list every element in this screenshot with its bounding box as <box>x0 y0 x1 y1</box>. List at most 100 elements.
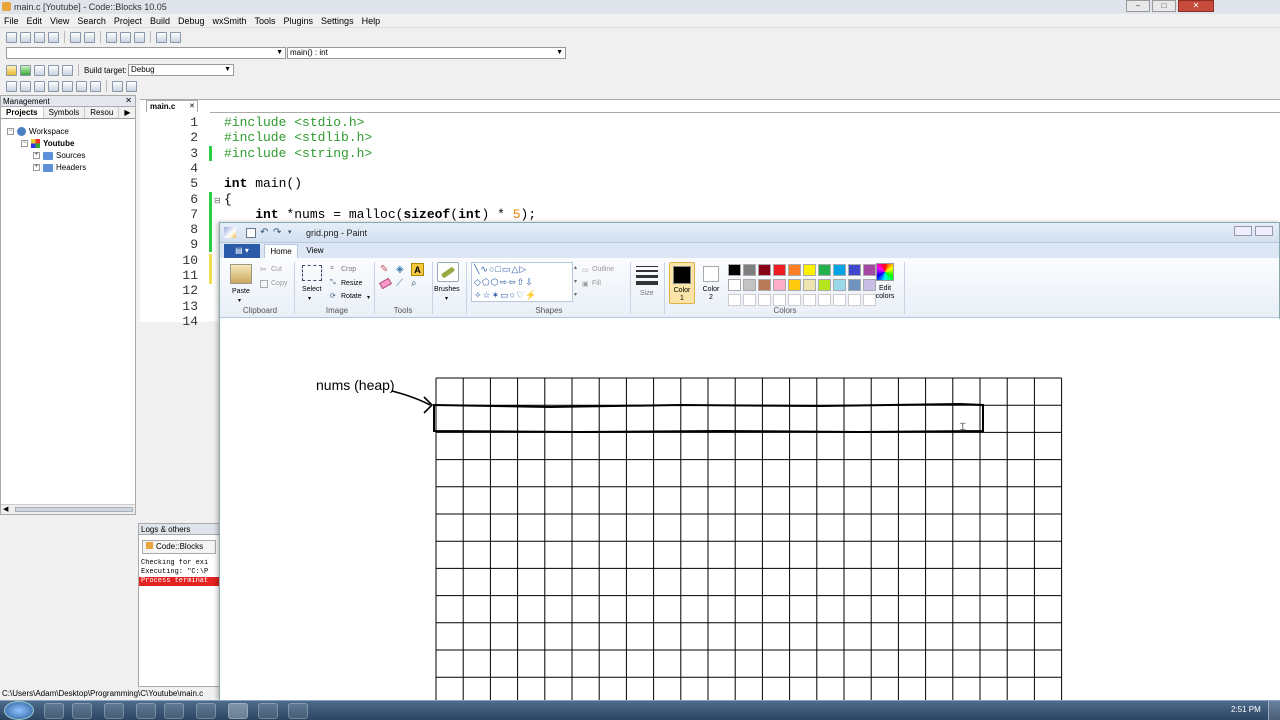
tab-projects[interactable]: Projects <box>1 107 44 118</box>
palette-swatch[interactable] <box>833 264 846 276</box>
scope-combo[interactable]: ▼ <box>6 47 286 59</box>
collapse-icon[interactable]: − <box>7 128 14 135</box>
build-target-combo[interactable]: Debug ▼ <box>128 64 234 76</box>
palette-swatch-empty[interactable] <box>758 294 771 306</box>
abort-icon[interactable] <box>62 64 73 76</box>
logs-tab-codeblocks[interactable]: Code::Blocks <box>142 540 216 554</box>
rebuild-icon[interactable] <box>48 64 59 76</box>
outline-label[interactable]: Outline <box>592 266 614 273</box>
palette-swatch[interactable] <box>773 279 786 291</box>
tab-view[interactable]: View <box>298 244 332 258</box>
palette-swatch[interactable] <box>818 279 831 291</box>
tree-item-workspace[interactable]: − Workspace <box>7 127 69 136</box>
palette-swatch[interactable] <box>758 279 771 291</box>
brushes-label[interactable]: Brushes <box>434 286 460 293</box>
palette-swatch[interactable] <box>788 279 801 291</box>
pencil-icon[interactable]: ✎ <box>380 264 388 275</box>
palette-swatch[interactable] <box>758 264 771 276</box>
next-instruction-icon[interactable] <box>76 80 87 92</box>
color-picker-icon[interactable]: ⟋ <box>396 278 403 289</box>
redo-icon[interactable] <box>84 31 95 43</box>
crop-label[interactable]: Crop <box>341 266 356 273</box>
tree-item-sources[interactable]: + Sources <box>33 151 85 160</box>
scroll-left-icon[interactable]: ◀ <box>3 505 8 513</box>
scrollbar-thumb[interactable] <box>15 507 133 512</box>
palette-swatch-empty[interactable] <box>788 294 801 306</box>
gallery-scroll-down-icon[interactable]: ▾ <box>574 278 577 285</box>
palette-swatch[interactable] <box>848 279 861 291</box>
color1-selector[interactable]: Color 1 <box>669 262 695 304</box>
palette-swatch-empty[interactable] <box>773 294 786 306</box>
horizontal-scrollbar[interactable]: ◀ <box>1 504 135 514</box>
palette-swatch-empty[interactable] <box>818 294 831 306</box>
chevron-down-icon[interactable]: ▾ <box>445 295 448 302</box>
palette-swatch-empty[interactable] <box>833 294 846 306</box>
save-icon[interactable] <box>246 228 256 238</box>
save-icon[interactable] <box>34 31 45 43</box>
expand-icon[interactable]: + <box>33 152 40 159</box>
menu-project[interactable]: Project <box>110 14 146 27</box>
menu-build[interactable]: Build <box>146 14 174 27</box>
copy-label[interactable]: Copy <box>271 280 287 287</box>
palette-swatch[interactable] <box>818 264 831 276</box>
taskbar-app-icon[interactable] <box>104 703 124 719</box>
cut-icon[interactable] <box>106 31 117 43</box>
paint-canvas[interactable]: nums (heap) Ɪ <box>220 319 1280 701</box>
debug-continue-icon[interactable] <box>6 80 17 92</box>
palette-swatch[interactable] <box>728 279 741 291</box>
taskbar-app-icon[interactable] <box>288 703 308 719</box>
text-tool-icon[interactable]: A <box>411 263 424 276</box>
tree-item-headers[interactable]: + Headers <box>33 163 86 172</box>
resize-label[interactable]: Resize <box>341 280 362 287</box>
tab-symbols[interactable]: Symbols <box>44 107 86 118</box>
shapes-gallery[interactable]: ╲∿○□▭△▷ ◇⬠⬡⇨⇦⇧⇩ ✧☆✶▭○♡⚡ <box>471 262 573 302</box>
size-icon[interactable] <box>636 266 658 285</box>
taskbar-app-icon[interactable] <box>136 703 156 719</box>
close-icon[interactable]: ✕ <box>125 96 132 105</box>
stop-debugger-icon[interactable] <box>90 80 101 92</box>
edit-colors-button[interactable]: Edit colors <box>872 263 898 305</box>
cut-label[interactable]: Cut <box>271 266 282 273</box>
chevron-down-icon[interactable]: ▾ <box>238 297 241 304</box>
palette-swatch[interactable] <box>848 264 861 276</box>
taskbar-skype-icon[interactable] <box>196 703 216 719</box>
menu-edit[interactable]: Edit <box>23 14 47 27</box>
tab-scroll-right-icon[interactable]: ▶ <box>119 107 135 118</box>
palette-swatch[interactable] <box>803 264 816 276</box>
redo-icon[interactable]: ↷ <box>273 227 281 238</box>
menu-plugins[interactable]: Plugins <box>280 14 318 27</box>
step-out-icon[interactable] <box>62 80 73 92</box>
menu-settings[interactable]: Settings <box>317 14 358 27</box>
menu-wxsmith[interactable]: wxSmith <box>208 14 250 27</box>
debug-windows-icon[interactable] <box>112 80 123 92</box>
maximize-button[interactable]: □ <box>1152 0 1176 12</box>
menu-help[interactable]: Help <box>358 14 385 27</box>
minimize-button[interactable]: – <box>1126 0 1150 12</box>
magnifier-icon[interactable]: ⌕ <box>411 278 417 289</box>
find-icon[interactable] <box>156 31 167 43</box>
select-label[interactable]: Select <box>302 286 321 293</box>
start-button[interactable] <box>4 701 34 720</box>
rotate-label[interactable]: Rotate <box>341 293 362 300</box>
palette-swatch[interactable] <box>773 264 786 276</box>
palette-swatch[interactable] <box>728 264 741 276</box>
tab-resources[interactable]: Resou <box>85 107 120 118</box>
palette-swatch-empty[interactable] <box>848 294 861 306</box>
fill-label[interactable]: Fill <box>592 280 601 287</box>
fold-icon[interactable]: ⊟ <box>214 196 221 205</box>
menu-file[interactable]: File <box>0 14 23 27</box>
palette-swatch-empty[interactable] <box>743 294 756 306</box>
palette-swatch[interactable] <box>788 264 801 276</box>
next-line-icon[interactable] <box>34 80 45 92</box>
chevron-down-icon[interactable]: ▾ <box>308 295 311 302</box>
close-button[interactable]: ✕ <box>1178 0 1214 12</box>
undo-icon[interactable] <box>70 31 81 43</box>
palette-swatch-empty[interactable] <box>803 294 816 306</box>
chevron-down-icon[interactable]: ▾ <box>367 294 370 301</box>
taskbar-paint-icon[interactable] <box>258 703 278 719</box>
palette-swatch[interactable] <box>743 264 756 276</box>
undo-icon[interactable]: ↶ <box>260 227 268 238</box>
function-combo[interactable]: main() : int ▼ <box>287 47 566 59</box>
taskbar-chrome-icon[interactable] <box>72 703 92 719</box>
gallery-scroll-up-icon[interactable]: ▴ <box>574 264 577 271</box>
